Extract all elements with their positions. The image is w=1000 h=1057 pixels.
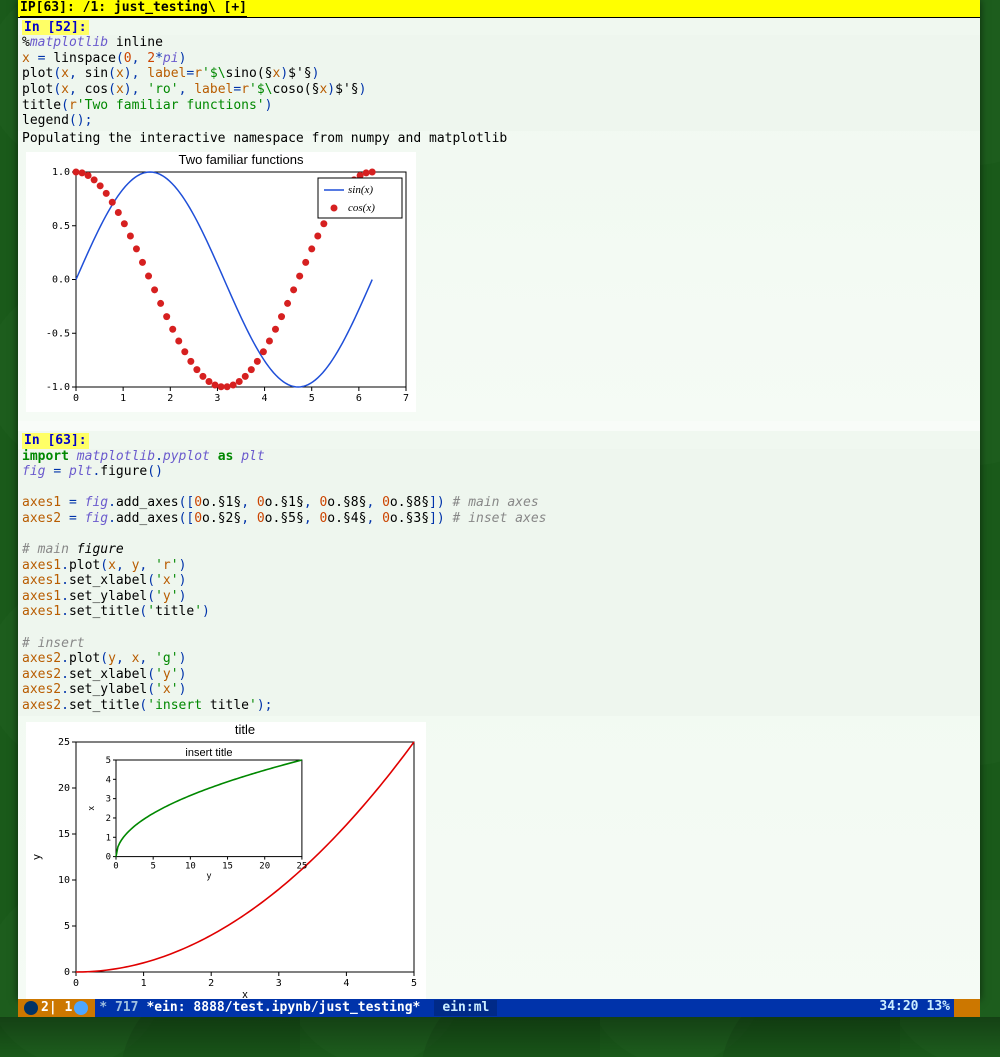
svg-text:0: 0 [106, 852, 111, 862]
svg-text:5: 5 [64, 921, 70, 932]
svg-text:15: 15 [222, 861, 233, 871]
modeline-major-mode: ein:ml [434, 1000, 497, 1016]
svg-text:25: 25 [296, 861, 307, 871]
modeline-scroll-pct: 13% [923, 999, 954, 1017]
circle-icon [74, 1001, 88, 1015]
cell-output-text: Populating the interactive namespace fro… [18, 131, 980, 147]
circle-icon [24, 1001, 38, 1015]
svg-text:1: 1 [141, 978, 147, 989]
modeline-cursor-pos: 34:20 [875, 999, 922, 1017]
svg-text:0.5: 0.5 [52, 221, 70, 232]
svg-text:0: 0 [64, 967, 70, 978]
svg-text:5: 5 [411, 978, 417, 989]
svg-text:2: 2 [167, 393, 173, 404]
svg-text:10: 10 [58, 875, 70, 886]
svg-text:2: 2 [106, 814, 111, 824]
svg-text:7: 7 [403, 393, 409, 404]
svg-text:1: 1 [106, 833, 111, 843]
svg-text:-1.0: -1.0 [46, 382, 70, 393]
svg-text:10: 10 [185, 861, 196, 871]
modeline-indicator: 2| 1 [18, 999, 95, 1017]
notebook-cell[interactable]: In [63]: import matplotlib.pyplot as plt… [18, 431, 980, 1010]
chart-output: 0 1 2 3 4 5 0 5 10 15 20 25 title x y 0 5 10 15 20 25 0 1 2 3 4 5 i… [26, 722, 426, 1002]
svg-text:20: 20 [259, 861, 270, 871]
svg-text:1: 1 [120, 393, 126, 404]
svg-text:5: 5 [309, 393, 315, 404]
svg-text:1.0: 1.0 [52, 167, 70, 178]
svg-text:0: 0 [73, 978, 79, 989]
svg-text:4: 4 [262, 393, 268, 404]
editor-frame: IP[63]: /1: just_testing\ [+] In [52]: %… [18, 0, 980, 1000]
modeline-buffer-name[interactable]: *ein: 8888/test.ipynb/just_testing* [142, 1000, 424, 1016]
svg-text:0.0: 0.0 [52, 275, 70, 286]
svg-text:cos(x): cos(x) [348, 202, 375, 214]
svg-text:-0.5: -0.5 [46, 329, 70, 340]
svg-text:3: 3 [214, 393, 220, 404]
svg-text:5: 5 [106, 756, 111, 766]
code-area[interactable]: %matplotlib inlinex = linspace(0, 2*pi)p… [18, 35, 980, 131]
chart-output: 0 1 2 3 4 5 6 7 -1.0 -0.5 0.0 0.5 1.0 Two familiar fu… [26, 152, 416, 412]
modeline-end-block [954, 999, 980, 1017]
svg-text:title: title [235, 722, 255, 737]
svg-text:25: 25 [58, 737, 70, 748]
svg-text:2: 2 [208, 978, 214, 989]
svg-text:sin(x): sin(x) [348, 184, 373, 196]
svg-text:3: 3 [106, 794, 111, 804]
svg-text:insert title: insert title [185, 747, 232, 759]
svg-text:x: x [86, 805, 96, 810]
svg-text:3: 3 [276, 978, 282, 989]
modeline: 2| 1 * 717 *ein: 8888/test.ipynb/just_te… [18, 999, 980, 1017]
svg-text:0: 0 [73, 393, 79, 404]
svg-text:0: 0 [113, 861, 118, 871]
code-area[interactable]: import matplotlib.pyplot as pltfig = plt… [18, 449, 980, 716]
svg-text:4: 4 [343, 978, 349, 989]
notebook-cell[interactable]: In [52]: %matplotlib inlinex = linspace(… [18, 18, 980, 421]
svg-text:20: 20 [58, 783, 70, 794]
svg-text:15: 15 [58, 829, 70, 840]
svg-text:Two familiar functions: Two familiar functions [179, 152, 304, 167]
cell-prompt: In [63]: [22, 433, 89, 449]
svg-text:y: y [31, 853, 43, 859]
window-number: 2| 1 [41, 1000, 72, 1016]
svg-text:y: y [207, 870, 212, 880]
svg-text:5: 5 [150, 861, 155, 871]
svg-text:6: 6 [356, 393, 362, 404]
cell-prompt: In [52]: [22, 20, 89, 36]
titlebar-text: IP[63]: /1: just_testing\ [+] [20, 0, 247, 17]
svg-text:4: 4 [106, 775, 111, 785]
modeline-modified: * 717 [95, 1000, 142, 1016]
window-titlebar: IP[63]: /1: just_testing\ [+] [18, 0, 980, 18]
